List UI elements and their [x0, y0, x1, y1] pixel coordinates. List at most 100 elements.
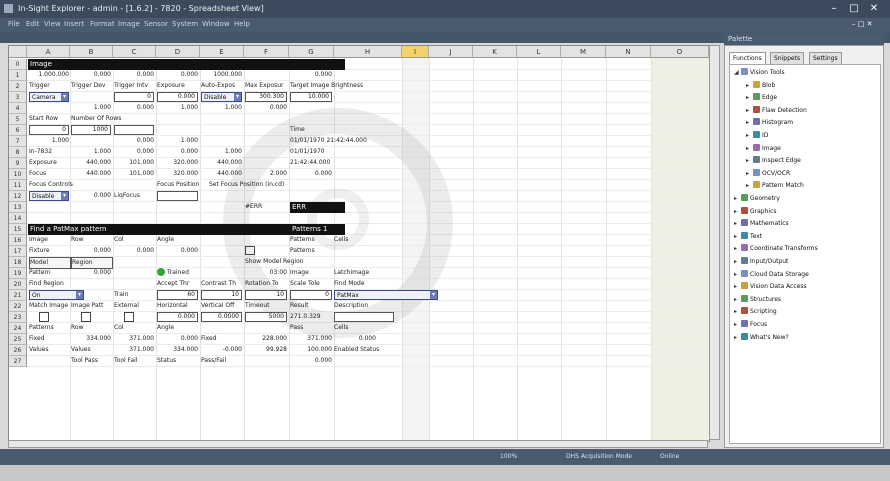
cell[interactable]: 0.000 — [157, 70, 198, 80]
cell[interactable]: Fixed — [29, 334, 69, 344]
vertical-scrollbar[interactable] — [709, 45, 720, 440]
find-region-dropdown[interactable]: On — [29, 290, 84, 300]
cell[interactable]: Focus — [29, 169, 69, 179]
cell[interactable]: Description — [334, 301, 394, 311]
rotation-tolerance-input[interactable]: 10 — [245, 290, 287, 300]
cell[interactable]: 0.000 — [71, 70, 111, 80]
checkbox[interactable] — [81, 312, 91, 322]
cell[interactable]: 0.000 — [290, 70, 332, 80]
cell-input[interactable]: 10.000 — [290, 92, 332, 102]
trigger-dropdown[interactable]: Camera — [29, 92, 69, 102]
cell[interactable]: Scale Tole — [290, 279, 334, 289]
cell[interactable]: 334.000 — [157, 345, 198, 355]
cell[interactable]: LiqFocus — [114, 191, 156, 201]
cell[interactable]: 1.000 — [157, 103, 198, 113]
tree-item[interactable]: ▸ Cloud Data Storage — [734, 269, 809, 280]
cell[interactable]: 320.000 — [157, 169, 198, 179]
cell[interactable]: Trigger — [29, 81, 69, 91]
expand-arrow-icon[interactable]: ▸ — [734, 320, 741, 330]
contrast-threshold-input[interactable]: 10 — [201, 290, 242, 300]
row-header[interactable]: 4 — [9, 103, 27, 114]
cell[interactable]: Angle — [157, 235, 198, 245]
expand-arrow-icon[interactable]: ▸ — [734, 295, 741, 305]
col-header-e[interactable]: E — [200, 46, 244, 58]
cell[interactable]: 440.000 — [201, 169, 242, 179]
cell[interactable]: 0.000 — [334, 334, 376, 344]
section-header-image[interactable]: Image — [28, 59, 345, 70]
scale-tolerance-input[interactable]: 0 — [290, 290, 332, 300]
focus-position-input[interactable] — [157, 191, 198, 201]
col-header-b[interactable]: B — [70, 46, 113, 58]
tree-item[interactable]: ▸ Scripting — [734, 307, 777, 317]
cell[interactable]: Row — [71, 235, 111, 245]
row-header[interactable]: 22 — [9, 301, 27, 312]
row-header[interactable]: 5 — [9, 114, 27, 125]
checkbox[interactable] — [245, 246, 255, 255]
tree-item[interactable]: ▸ Inspect Edge — [746, 156, 801, 166]
menu-window[interactable]: Window — [202, 20, 230, 28]
train-button[interactable]: Train — [114, 290, 154, 300]
cell[interactable]: Focus Position — [157, 180, 217, 190]
cell[interactable]: 2.000 — [245, 169, 287, 179]
cell[interactable]: External — [114, 301, 156, 311]
cell[interactable]: 01/01/1970 — [290, 147, 350, 157]
menu-edit[interactable]: Edit — [26, 20, 40, 28]
cell[interactable]: Exposure — [29, 158, 69, 168]
cell[interactable]: 101.000 — [114, 169, 154, 179]
cell[interactable]: Target Image Brightness — [290, 81, 400, 91]
cell[interactable]: Latchimage — [334, 268, 394, 278]
row-header[interactable]: 17 — [9, 246, 27, 257]
cell[interactable]: Angle — [157, 323, 198, 333]
cell[interactable]: Match Image — [29, 301, 69, 311]
tree-item[interactable]: ▸ ID — [746, 131, 768, 141]
cell[interactable]: 0.000 — [157, 246, 198, 256]
cell[interactable]: Col — [114, 323, 154, 333]
cell[interactable]: Enabled Status — [334, 345, 394, 355]
find-mode-dropdown[interactable]: PatMax — [334, 290, 438, 300]
cell[interactable]: Cells — [334, 235, 376, 245]
number-of-rows-input[interactable]: 1000 — [71, 125, 111, 135]
cell[interactable]: Image — [29, 235, 69, 245]
tree-item[interactable]: ▸ Pattern Match — [746, 181, 804, 191]
tree-item[interactable]: ▸ Input/Output — [734, 257, 788, 267]
minimize-button[interactable]: – — [826, 3, 842, 15]
tree-item[interactable]: ▸ Edge — [746, 93, 777, 103]
row-header[interactable]: 11 — [9, 180, 27, 191]
cell[interactable]: Find Mode — [334, 279, 394, 289]
tree-item[interactable]: ▸ OCV/OCR — [746, 168, 790, 179]
cell-input[interactable] — [114, 125, 154, 135]
cell[interactable]: Contrast Th — [201, 279, 244, 289]
col-header-f[interactable]: F — [244, 46, 289, 58]
expand-arrow-icon[interactable]: ▸ — [734, 232, 741, 242]
tree-item[interactable]: ▸ Vision Data Access — [734, 282, 807, 292]
cell[interactable]: Trigger Dev — [71, 81, 113, 91]
collapse-arrow-icon[interactable]: ◢ — [734, 68, 741, 78]
row-header[interactable]: 12 — [9, 191, 27, 202]
tree-item[interactable]: ▸ What's New? — [734, 332, 789, 343]
cell[interactable]: Tool Pass — [71, 356, 111, 366]
expand-arrow-icon[interactable]: ▸ — [746, 93, 753, 103]
function-tree[interactable]: ◢ Vision Tools ▸ Blob ▸ Edge ▸ Flaw Detection ▸ H… — [729, 64, 881, 444]
checkbox[interactable] — [124, 312, 134, 322]
cell[interactable]: 0.000 — [290, 169, 332, 179]
menu-system[interactable]: System — [172, 20, 198, 28]
cell[interactable]: 1.000.000 — [29, 70, 69, 80]
cell[interactable]: 1000.000 — [201, 70, 242, 80]
cell[interactable]: Time — [290, 125, 334, 135]
cell[interactable]: 0.000 — [157, 334, 198, 344]
cell[interactable]: 440.000 — [201, 158, 242, 168]
row-header[interactable]: 10 — [9, 169, 27, 180]
cell[interactable]: Start Row — [29, 114, 71, 124]
cell[interactable]: Number Of Rows — [71, 114, 131, 124]
cell[interactable]: 0.000 — [114, 103, 154, 113]
expand-arrow-icon[interactable]: ▸ — [734, 244, 741, 254]
col-header-k[interactable]: K — [473, 46, 517, 58]
spreadsheet[interactable]: A B C D E F G H I J K L M N O 0123456789… — [8, 45, 710, 442]
cell[interactable]: 1.000 — [201, 147, 242, 157]
row-header[interactable]: 19 — [9, 268, 27, 279]
row-header[interactable]: 0 — [9, 59, 27, 70]
row-header[interactable]: 23 — [9, 312, 27, 323]
close-button[interactable]: ✕ — [866, 3, 882, 15]
row-header[interactable]: 18 — [9, 257, 27, 268]
cell-input[interactable]: 0.000 — [157, 92, 198, 102]
